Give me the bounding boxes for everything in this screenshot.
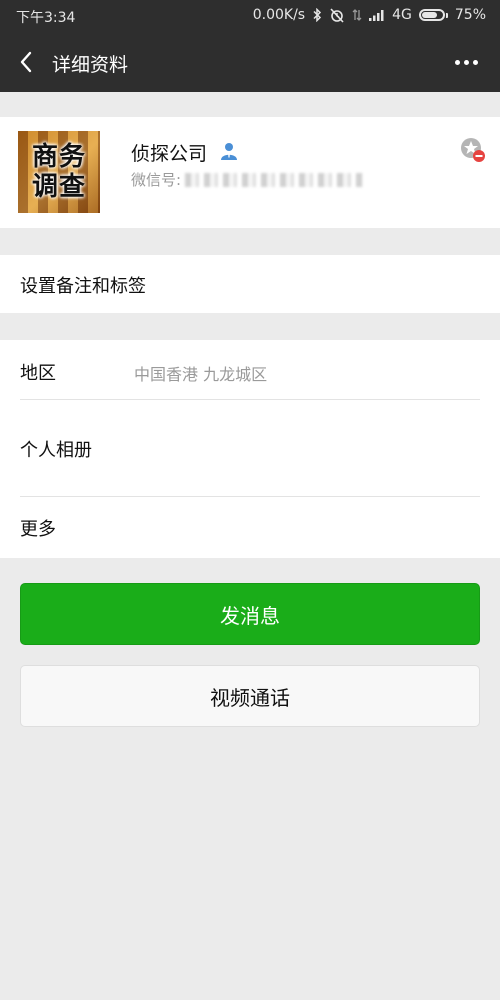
- contact-name: 侦探公司: [131, 143, 208, 165]
- album-row[interactable]: 个人相册: [0, 400, 500, 496]
- bluetooth-icon: [312, 8, 322, 22]
- battery-icon: [418, 9, 448, 21]
- avatar-text-line2: 调查: [31, 172, 86, 202]
- back-arrow-icon[interactable]: [10, 46, 42, 78]
- more-dots-icon[interactable]: [450, 46, 482, 78]
- contact-name-row: 侦探公司: [131, 139, 239, 166]
- data-arrows-icon: [352, 8, 362, 22]
- region-row: 地区 中国香港 九龙城区: [0, 340, 500, 400]
- more-row[interactable]: 更多: [0, 497, 500, 558]
- avatar-text-line1: 商务: [31, 142, 86, 172]
- wechat-id-redacted: [185, 172, 364, 187]
- wechat-id-row: 微信号:: [131, 169, 364, 190]
- region-label: 地区: [20, 363, 56, 384]
- signal-icon: [369, 9, 385, 21]
- status-icons: 0.00K/s 4G 75%: [253, 7, 486, 23]
- region-value: 中国香港 九龙城区: [134, 365, 268, 384]
- video-call-button[interactable]: 视频通话: [20, 665, 480, 727]
- wechat-id-label: 微信号:: [131, 171, 182, 189]
- alarm-off-icon: [329, 7, 345, 23]
- send-message-button[interactable]: 发消息: [20, 583, 480, 645]
- status-bar: 下午3:34 0.00K/s 4G 75%: [0, 0, 500, 32]
- album-label: 个人相册: [20, 440, 92, 461]
- page-title: 详细资料: [52, 54, 129, 76]
- status-time: 下午3:34: [16, 10, 76, 26]
- battery-percent: 75%: [454, 7, 486, 23]
- network-speed: 0.00K/s: [252, 7, 306, 23]
- person-badge-icon: [219, 141, 239, 165]
- profile-card[interactable]: 商务 调查 侦探公司 微信号:: [0, 117, 500, 228]
- more-label: 更多: [20, 519, 56, 540]
- avatar[interactable]: 商务 调查: [18, 131, 100, 213]
- info-group: 地区 中国香港 九龙城区 个人相册 更多: [0, 340, 500, 558]
- remark-tags-row[interactable]: 设置备注和标签: [0, 255, 500, 313]
- network-type: 4G: [392, 7, 412, 23]
- remark-tags-label: 设置备注和标签: [20, 276, 146, 297]
- nav-bar: 详细资料: [0, 32, 500, 92]
- star-remove-icon[interactable]: [460, 137, 486, 163]
